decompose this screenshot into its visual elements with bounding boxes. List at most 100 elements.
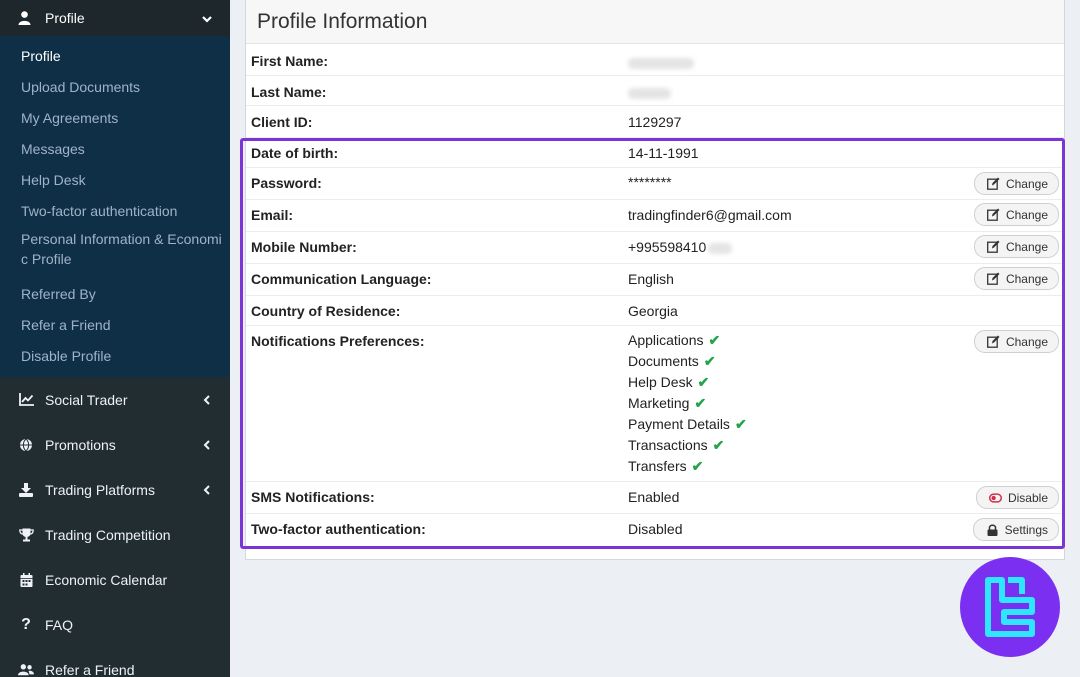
pref-item: Payment Details ✔ — [628, 416, 747, 432]
pref-item: Transfers ✔ — [628, 458, 704, 474]
two-factor-settings-button[interactable]: Settings — [972, 518, 1059, 541]
email-label: Email: — [251, 207, 294, 223]
sidebar-item-profile[interactable]: Profile — [0, 40, 230, 71]
mobile-number-label: Mobile Number: — [251, 239, 357, 255]
sidebar-profile-label: Profile — [45, 10, 85, 26]
nav-social-trader-label: Social Trader — [45, 391, 128, 408]
row-sms-notifications: SMS Notifications: Enabled Disable — [246, 482, 1064, 514]
sidebar-item-help-desk[interactable]: Help Desk — [0, 164, 230, 195]
sidebar-profile-header[interactable]: Profile — [0, 0, 230, 36]
sidebar-item-personal-information[interactable]: Personal Information & Economi c Profile — [0, 226, 230, 278]
chevron-left-icon — [203, 392, 210, 408]
notifications-preferences-label: Notifications Preferences: — [251, 333, 425, 349]
chart-line-icon — [18, 392, 34, 408]
redacted-value — [628, 87, 671, 99]
change-mobile-button[interactable]: Change — [973, 235, 1059, 258]
edit-icon — [987, 177, 1000, 190]
country-of-residence-label: Country of Residence: — [251, 303, 401, 319]
notifications-preferences-list: Applications ✔ Documents ✔ Help Desk ✔ Mark… — [628, 330, 747, 477]
row-mobile-number: Mobile Number: +995598410 Change — [246, 232, 1064, 264]
sidebar-item-disable-profile[interactable]: Disable Profile — [0, 340, 230, 371]
redacted-value — [628, 57, 694, 69]
sidebar-item-referred-by[interactable]: Referred By — [0, 278, 230, 309]
row-last-name: Last Name: — [246, 76, 1064, 106]
disable-sms-button[interactable]: Disable — [975, 486, 1059, 509]
row-two-factor: Two-factor authentication: Disabled Sett… — [246, 514, 1064, 546]
nav-promotions-label: Promotions — [45, 436, 116, 453]
pref-item: Applications ✔ — [628, 332, 721, 348]
email-value: tradingfinder6@gmail.com — [628, 207, 792, 223]
row-password: Password: ******** Change — [246, 168, 1064, 200]
two-factor-settings-label: Settings — [1004, 522, 1048, 537]
check-icon: ✔ — [694, 395, 707, 411]
main-content: Profile Information First Name: Last Nam… — [230, 0, 1080, 677]
pref-item: Transactions ✔ — [628, 437, 725, 453]
sidebar: Profile Profile Upload Documents My Agre… — [0, 0, 230, 677]
sidebar-item-refer-friend[interactable]: Refer a Friend — [0, 309, 230, 340]
row-country-of-residence: Country of Residence: Georgia — [246, 296, 1064, 326]
row-first-name: First Name: — [246, 45, 1064, 76]
users-icon — [18, 662, 34, 677]
chevron-down-icon — [202, 10, 212, 26]
check-icon: ✔ — [691, 458, 704, 474]
sidebar-item-upload-documents[interactable]: Upload Documents — [0, 71, 230, 102]
disable-sms-label: Disable — [1007, 490, 1048, 505]
date-of-birth-label: Date of birth: — [251, 145, 339, 161]
edit-icon — [987, 208, 1000, 221]
communication-language-value: English — [628, 271, 674, 287]
change-email-button[interactable]: Change — [973, 203, 1059, 226]
check-icon: ✔ — [734, 416, 747, 432]
row-date-of-birth: Date of birth: 14-11-1991 — [246, 138, 1064, 168]
chevron-left-icon — [203, 437, 210, 453]
sidebar-item-messages[interactable]: Messages — [0, 133, 230, 164]
password-label: Password: — [251, 175, 322, 191]
password-value: ******** — [628, 174, 672, 190]
nav-faq-label: FAQ — [45, 616, 74, 633]
first-name-label: First Name: — [251, 53, 329, 69]
pref-item: Marketing ✔ — [628, 395, 707, 411]
edit-icon — [987, 335, 1000, 348]
page-title: Profile Information — [246, 0, 1064, 44]
nav-promotions[interactable]: Promotions — [0, 422, 230, 467]
download-icon — [18, 482, 34, 498]
check-icon: ✔ — [697, 374, 710, 390]
change-notifications-button[interactable]: Change — [973, 330, 1059, 353]
profile-box: Profile Information First Name: Last Nam… — [245, 0, 1065, 560]
row-email: Email: tradingfinder6@gmail.com Change — [246, 200, 1064, 232]
change-language-button[interactable]: Change — [973, 267, 1059, 290]
nav-refer-friend[interactable]: Refer a Friend — [0, 647, 230, 677]
change-password-button[interactable]: Change — [973, 172, 1059, 195]
lock-icon — [986, 523, 999, 536]
user-icon — [17, 11, 31, 25]
two-factor-value: Disabled — [628, 521, 683, 537]
profile-submenu: Profile Upload Documents My Agreements M… — [0, 36, 230, 377]
first-name-value — [628, 54, 694, 70]
pref-item: Help Desk ✔ — [628, 374, 710, 390]
nav-economic-calendar[interactable]: Economic Calendar — [0, 557, 230, 602]
client-id-value: 1129297 — [628, 114, 682, 130]
change-password-label: Change — [1005, 176, 1048, 191]
nav-faq[interactable]: ? FAQ — [0, 602, 230, 647]
sidebar-item-two-factor[interactable]: Two-factor authentication — [0, 195, 230, 226]
sms-notifications-value: Enabled — [628, 489, 680, 505]
pref-item: Documents ✔ — [628, 353, 716, 369]
country-of-residence-value: Georgia — [628, 303, 678, 319]
check-icon: ✔ — [708, 332, 721, 348]
sidebar-item-my-agreements[interactable]: My Agreements — [0, 102, 230, 133]
client-id-label: Client ID: — [251, 114, 313, 130]
mobile-number-value: +995598410 — [628, 239, 733, 255]
edit-icon — [987, 272, 1000, 285]
trophy-icon — [18, 527, 34, 543]
nav-trading-competition[interactable]: Trading Competition — [0, 512, 230, 557]
change-mobile-label: Change — [1005, 239, 1048, 254]
redacted-value — [708, 242, 733, 254]
check-icon: ✔ — [703, 353, 716, 369]
edit-icon — [987, 240, 1000, 253]
nav-trading-platforms[interactable]: Trading Platforms — [0, 467, 230, 512]
communication-language-label: Communication Language: — [251, 271, 432, 287]
question-icon: ? — [21, 615, 31, 633]
change-language-label: Change — [1005, 271, 1048, 286]
brand-logo — [960, 557, 1060, 657]
sms-notifications-label: SMS Notifications: — [251, 489, 375, 505]
nav-social-trader[interactable]: Social Trader — [0, 377, 230, 422]
